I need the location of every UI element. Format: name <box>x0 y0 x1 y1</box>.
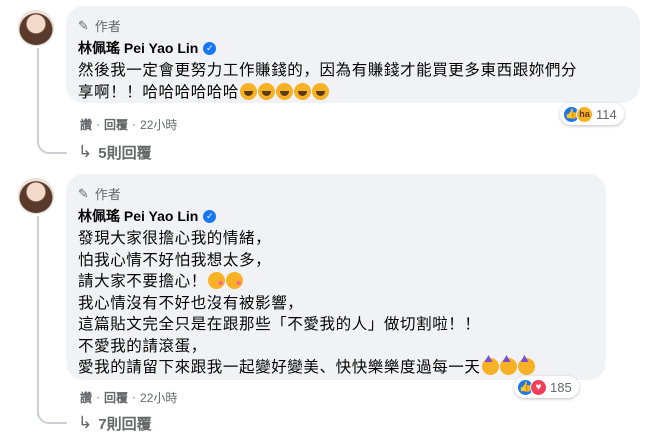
author-badge: ✎ 作者 <box>78 16 628 34</box>
comment-bubble: ✎ 作者 林佩瑤 Pei Yao Lin ✓ 發現大家很擔心我的情緒， 怕我心情… <box>66 174 606 380</box>
comment-line: 發現大家很擔心我的情緒， <box>78 230 272 247</box>
view-replies-button[interactable]: ↳ 7則回覆 <box>78 412 152 434</box>
separator: · <box>96 390 101 404</box>
timestamp[interactable]: 22小時 <box>140 389 177 406</box>
comment-line: 我心情沒有不好也沒有被影響， <box>78 294 304 312</box>
reaction-count: 185 <box>550 379 572 395</box>
party-emoji <box>499 358 517 375</box>
reaction-count: 114 <box>596 106 617 122</box>
haha-icon: ha <box>576 105 593 123</box>
comment-text: 然後我一定會更努力工作賺錢的，因為有賺錢才能買更多東西跟妳們分 享啊！！哈哈哈哈… <box>78 60 628 103</box>
comment-line: 然後我一定會更努力工作賺錢的，因為有賺錢才能買更多東西跟妳們分 <box>78 62 578 79</box>
replies-label: 5則回覆 <box>98 144 152 162</box>
timestamp[interactable]: 22小時 <box>140 116 177 133</box>
commenter-name[interactable]: 林佩瑤 Pei Yao Lin <box>78 206 198 226</box>
thread-line <box>37 216 39 416</box>
separator: · <box>132 117 137 131</box>
love-icon: ♥ <box>530 378 547 396</box>
comment-thread: ✎ 作者 林佩瑤 Pei Yao Lin ✓ 發現大家很擔心我的情緒， 怕我心情… <box>0 172 656 440</box>
comment-line: 愛我的請留下來跟我一起變好變美、快快樂樂度過每一天 <box>78 357 594 379</box>
party-emoji <box>517 358 535 375</box>
rofl-emoji <box>312 82 330 100</box>
rofl-emoji <box>240 82 258 100</box>
rofl-emoji <box>258 82 276 100</box>
reply-button[interactable]: 回覆 <box>104 389 128 406</box>
comment-line: 不愛我的請滾蛋， <box>78 337 207 355</box>
pencil-icon: ✎ <box>78 185 89 201</box>
comment-line: 請大家不要擔心！ <box>78 271 594 293</box>
reply-arrow-icon: ↳ <box>78 142 93 161</box>
thread-line-curve <box>37 140 67 154</box>
comment-line: 享啊！！哈哈哈哈哈哈 <box>78 82 628 104</box>
comment-thread: ✎ 作者 林佩瑤 Pei Yao Lin ✓ 然後我一定會更努力工作賺錢的，因為… <box>0 0 656 172</box>
kiss-emoji <box>207 272 225 289</box>
comment-bubble: ✎ 作者 林佩瑤 Pei Yao Lin ✓ 然後我一定會更努力工作賺錢的，因為… <box>66 6 640 103</box>
separator: · <box>96 117 101 131</box>
reply-arrow-icon: ↳ <box>78 413 93 432</box>
comment-line: 這篇貼文完全只是在跟那些「不愛我的人」做切割啦！！ <box>78 316 481 333</box>
avatar[interactable] <box>18 178 54 214</box>
party-emoji <box>481 358 499 375</box>
commenter-name[interactable]: 林佩瑤 Pei Yao Lin <box>78 38 198 58</box>
kiss-emoji <box>225 272 243 289</box>
like-button[interactable]: 讚 <box>80 116 92 133</box>
thread-line <box>37 48 39 140</box>
author-badge-label: 作者 <box>94 18 121 34</box>
comment-text: 發現大家很擔心我的情緒， 怕我心情不好怕我想太多， 請大家不要擔心！ 我心情沒有… <box>78 228 594 379</box>
avatar[interactable] <box>18 10 54 46</box>
rofl-emoji <box>276 82 294 100</box>
separator: · <box>132 390 137 404</box>
reaction-summary[interactable]: 👍 ha 114 <box>560 103 624 125</box>
replies-label: 7則回覆 <box>98 415 152 433</box>
like-button[interactable]: 讚 <box>80 389 92 406</box>
author-badge: ✎ 作者 <box>78 184 594 202</box>
comment-line: 怕我心情不好怕我想太多， <box>78 251 272 269</box>
view-replies-button[interactable]: ↳ 5則回覆 <box>78 141 152 163</box>
rofl-emoji <box>294 82 312 100</box>
comment-actions: 讚 · 回覆 · 22小時 <box>80 116 177 132</box>
pencil-icon: ✎ <box>78 17 89 33</box>
comment-actions: 讚 · 回覆 · 22小時 <box>80 389 177 405</box>
reply-button[interactable]: 回覆 <box>104 116 128 133</box>
author-badge-label: 作者 <box>94 186 121 202</box>
verified-badge-icon: ✓ <box>203 209 217 223</box>
reaction-summary[interactable]: 👍 ♥ 185 <box>514 376 579 398</box>
verified-badge-icon: ✓ <box>203 41 217 55</box>
thread-line-curve <box>37 410 67 424</box>
